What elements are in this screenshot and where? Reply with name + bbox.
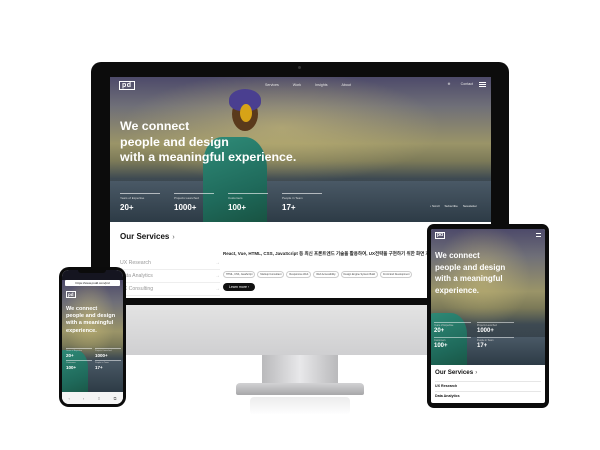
subscribe-link[interactable]: Subscribe bbox=[444, 204, 457, 208]
services-heading[interactable]: Our Services › bbox=[435, 369, 477, 376]
share-icon[interactable]: ⇧ bbox=[97, 396, 100, 401]
hero-headline: We connect people and design with a mean… bbox=[435, 251, 506, 295]
service-tags: HTML, CSS, JavaScript Markup Consultant … bbox=[223, 271, 413, 278]
browser-toolbar: ‹ › ⇧ ⧉ bbox=[62, 392, 123, 404]
contact-link[interactable]: Contact bbox=[461, 82, 473, 86]
back-icon[interactable]: ‹ bbox=[69, 396, 70, 401]
services-list: UX Research → Data Analytics → UX Consulti… bbox=[120, 257, 220, 296]
stat-item: Customers 100+ bbox=[228, 193, 268, 212]
stat-item: Customers 100+ bbox=[66, 360, 92, 370]
site-logo[interactable]: pd bbox=[435, 232, 446, 239]
hero-stats: Years of Expertise 20+ Projects Launched 1… bbox=[434, 322, 514, 349]
nav-item-services[interactable]: Services bbox=[265, 83, 279, 87]
service-item[interactable]: Data Analytics → bbox=[120, 270, 220, 283]
service-item[interactable]: UX Consulting → bbox=[120, 283, 220, 296]
phone-hero: pd We connect people and design with a m… bbox=[62, 280, 123, 392]
hero-stats: Years of Expertise 20+ Projects Launched 1… bbox=[120, 193, 322, 212]
menu-icon[interactable] bbox=[479, 82, 486, 87]
stat-item: Years of Expertise 20+ bbox=[120, 193, 160, 212]
chevron-right-icon: › bbox=[172, 234, 175, 241]
chevron-right-icon: › bbox=[475, 369, 478, 376]
language-icon[interactable]: ⊕ bbox=[448, 82, 451, 86]
hero-mini-links: • Scroll Subscribe Newsletter bbox=[430, 204, 477, 208]
stat-item: People in Team 17+ bbox=[95, 360, 121, 370]
tag-chip[interactable]: Markup Consultant bbox=[257, 271, 285, 278]
tag-chip[interactable]: Responsive Web bbox=[286, 271, 312, 278]
services-heading[interactable]: Our Services › bbox=[120, 232, 175, 241]
address-bar[interactable]: https://www.pxdd.com/pid bbox=[65, 280, 120, 286]
menu-icon[interactable] bbox=[536, 233, 541, 237]
monitor-stand bbox=[262, 355, 338, 385]
forward-icon[interactable]: › bbox=[83, 396, 84, 401]
camera-icon bbox=[298, 66, 301, 69]
stat-item: Years of Expertise 20+ bbox=[66, 348, 92, 358]
hero-section: pd Services Work Insights About ⊕ Contac… bbox=[110, 77, 491, 222]
tag-chip[interactable]: Front End Development bbox=[380, 271, 413, 278]
stat-item: People in Team 17+ bbox=[477, 337, 514, 349]
stat-item: Projects Launched 1000+ bbox=[477, 322, 514, 334]
stat-item: Years of Expertise 20+ bbox=[434, 322, 471, 334]
hero-headline: We connect people and design with a mean… bbox=[120, 119, 297, 164]
service-item[interactable]: Data Analytics bbox=[435, 394, 460, 398]
arrow-right-icon: → bbox=[215, 286, 220, 292]
arrow-right-icon: → bbox=[215, 273, 220, 279]
phone-screen: pd We connect people and design with a m… bbox=[62, 270, 123, 404]
site-logo[interactable]: pd bbox=[119, 81, 135, 90]
tablet-screen: pd We connect people and design with a m… bbox=[431, 229, 545, 403]
tag-chip[interactable]: Web Accessibility bbox=[313, 271, 339, 278]
phone-notch bbox=[78, 269, 106, 273]
nav-item-insights[interactable]: Insights bbox=[315, 83, 327, 87]
nav-item-work[interactable]: Work bbox=[293, 83, 301, 87]
tablet-hero: pd We connect people and design with a m… bbox=[431, 229, 545, 365]
stat-item: People in Team 17+ bbox=[282, 193, 322, 212]
monitor-base bbox=[236, 383, 364, 395]
hero-stats: Years of Expertise 20+ Projects Launched 1… bbox=[66, 348, 121, 370]
scroll-link[interactable]: • Scroll bbox=[430, 204, 439, 208]
service-item[interactable]: UX Research bbox=[435, 384, 457, 388]
learn-more-button[interactable]: Learn more › bbox=[223, 283, 256, 291]
newsletter-link[interactable]: Newsletter bbox=[463, 204, 477, 208]
stat-item: Projects Launched 1000+ bbox=[174, 193, 214, 212]
site-logo[interactable]: pd bbox=[66, 291, 76, 298]
tabs-icon[interactable]: ⧉ bbox=[114, 396, 117, 401]
nav-item-about[interactable]: About bbox=[342, 83, 351, 87]
main-nav: Services Work Insights About bbox=[265, 83, 351, 87]
service-item[interactable]: UX Research → bbox=[120, 257, 220, 270]
monitor-reflection bbox=[250, 397, 350, 415]
arrow-right-icon: → bbox=[215, 260, 220, 266]
header-right: ⊕ Contact bbox=[448, 82, 473, 86]
tag-chip[interactable]: Design Engine System Build bbox=[340, 271, 379, 278]
tag-chip[interactable]: HTML, CSS, JavaScript bbox=[223, 271, 256, 278]
stat-item: Customers 100+ bbox=[434, 337, 471, 349]
stat-item: Projects Launched 1000+ bbox=[95, 348, 121, 358]
hero-headline: We connect people and design with a mean… bbox=[66, 306, 116, 334]
